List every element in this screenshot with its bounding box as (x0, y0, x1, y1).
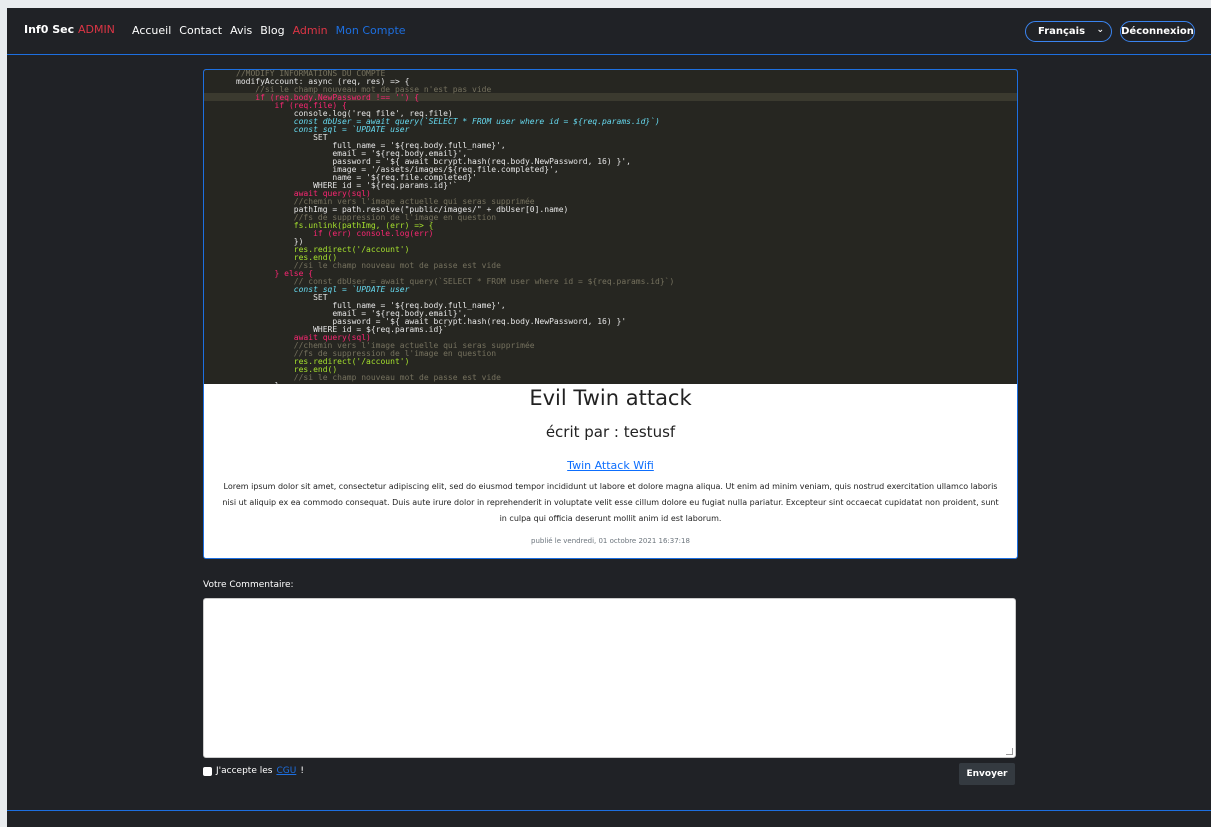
footer-divider (7, 810, 1211, 811)
article-link[interactable]: Twin Attack Wifi (204, 459, 1017, 472)
cgu-checkbox[interactable] (203, 766, 212, 776)
nav-links: Accueil Contact Avis Blog Admin Mon Comp… (132, 24, 406, 37)
article-author: écrit par : testusf (545, 423, 676, 441)
nav-link-avis[interactable]: Avis (230, 24, 252, 37)
nav-link-contact[interactable]: Contact (179, 24, 222, 37)
chevron-down-icon: ⌄ (1096, 25, 1104, 35)
brand-admin-label: ADMIN (77, 23, 115, 36)
comment-label: Votre Commentaire: (203, 580, 294, 590)
nav-link-accueil[interactable]: Accueil (132, 24, 171, 37)
code-line: } (236, 381, 280, 385)
article-image: //MODIFY INFORMATIONS DU COMPTE modifyAc… (204, 70, 1017, 384)
brand-logo[interactable]: Inf0 Sec ADMIN (24, 23, 115, 36)
code-snippet: //MODIFY INFORMATIONS DU COMPTE modifyAc… (204, 70, 1017, 384)
cgu-checkbox-row: J'accepte les CGU ! (203, 766, 304, 776)
brand-name: Inf0 Sec (24, 23, 75, 36)
nav-link-account[interactable]: Mon Compte (336, 24, 406, 37)
article-card: //MODIFY INFORMATIONS DU COMPTE modifyAc… (203, 69, 1018, 559)
language-select[interactable]: Français ⌄ (1025, 21, 1112, 42)
cgu-suffix: ! (300, 766, 304, 776)
navbar: Inf0 Sec ADMIN Accueil Contact Avis Blog… (7, 8, 1211, 55)
logout-button[interactable]: Déconnexion (1120, 21, 1195, 42)
resize-handle-icon[interactable] (1006, 748, 1013, 755)
nav-link-blog[interactable]: Blog (260, 24, 284, 37)
article-title: Evil Twin attack (529, 386, 692, 410)
cgu-link[interactable]: CGU (276, 766, 296, 776)
comment-textarea[interactable] (203, 598, 1016, 758)
article-body: Lorem ipsum dolor sit amet, consectetur … (222, 482, 999, 523)
send-button[interactable]: Envoyer (959, 763, 1015, 785)
language-select-value: Français (1038, 26, 1086, 37)
page-frame: Inf0 Sec ADMIN Accueil Contact Avis Blog… (7, 8, 1211, 827)
nav-link-admin[interactable]: Admin (293, 24, 328, 37)
cgu-prefix: J'accepte les (216, 766, 273, 776)
article-date: publié le vendredi, 01 octobre 2021 16:3… (531, 537, 690, 545)
